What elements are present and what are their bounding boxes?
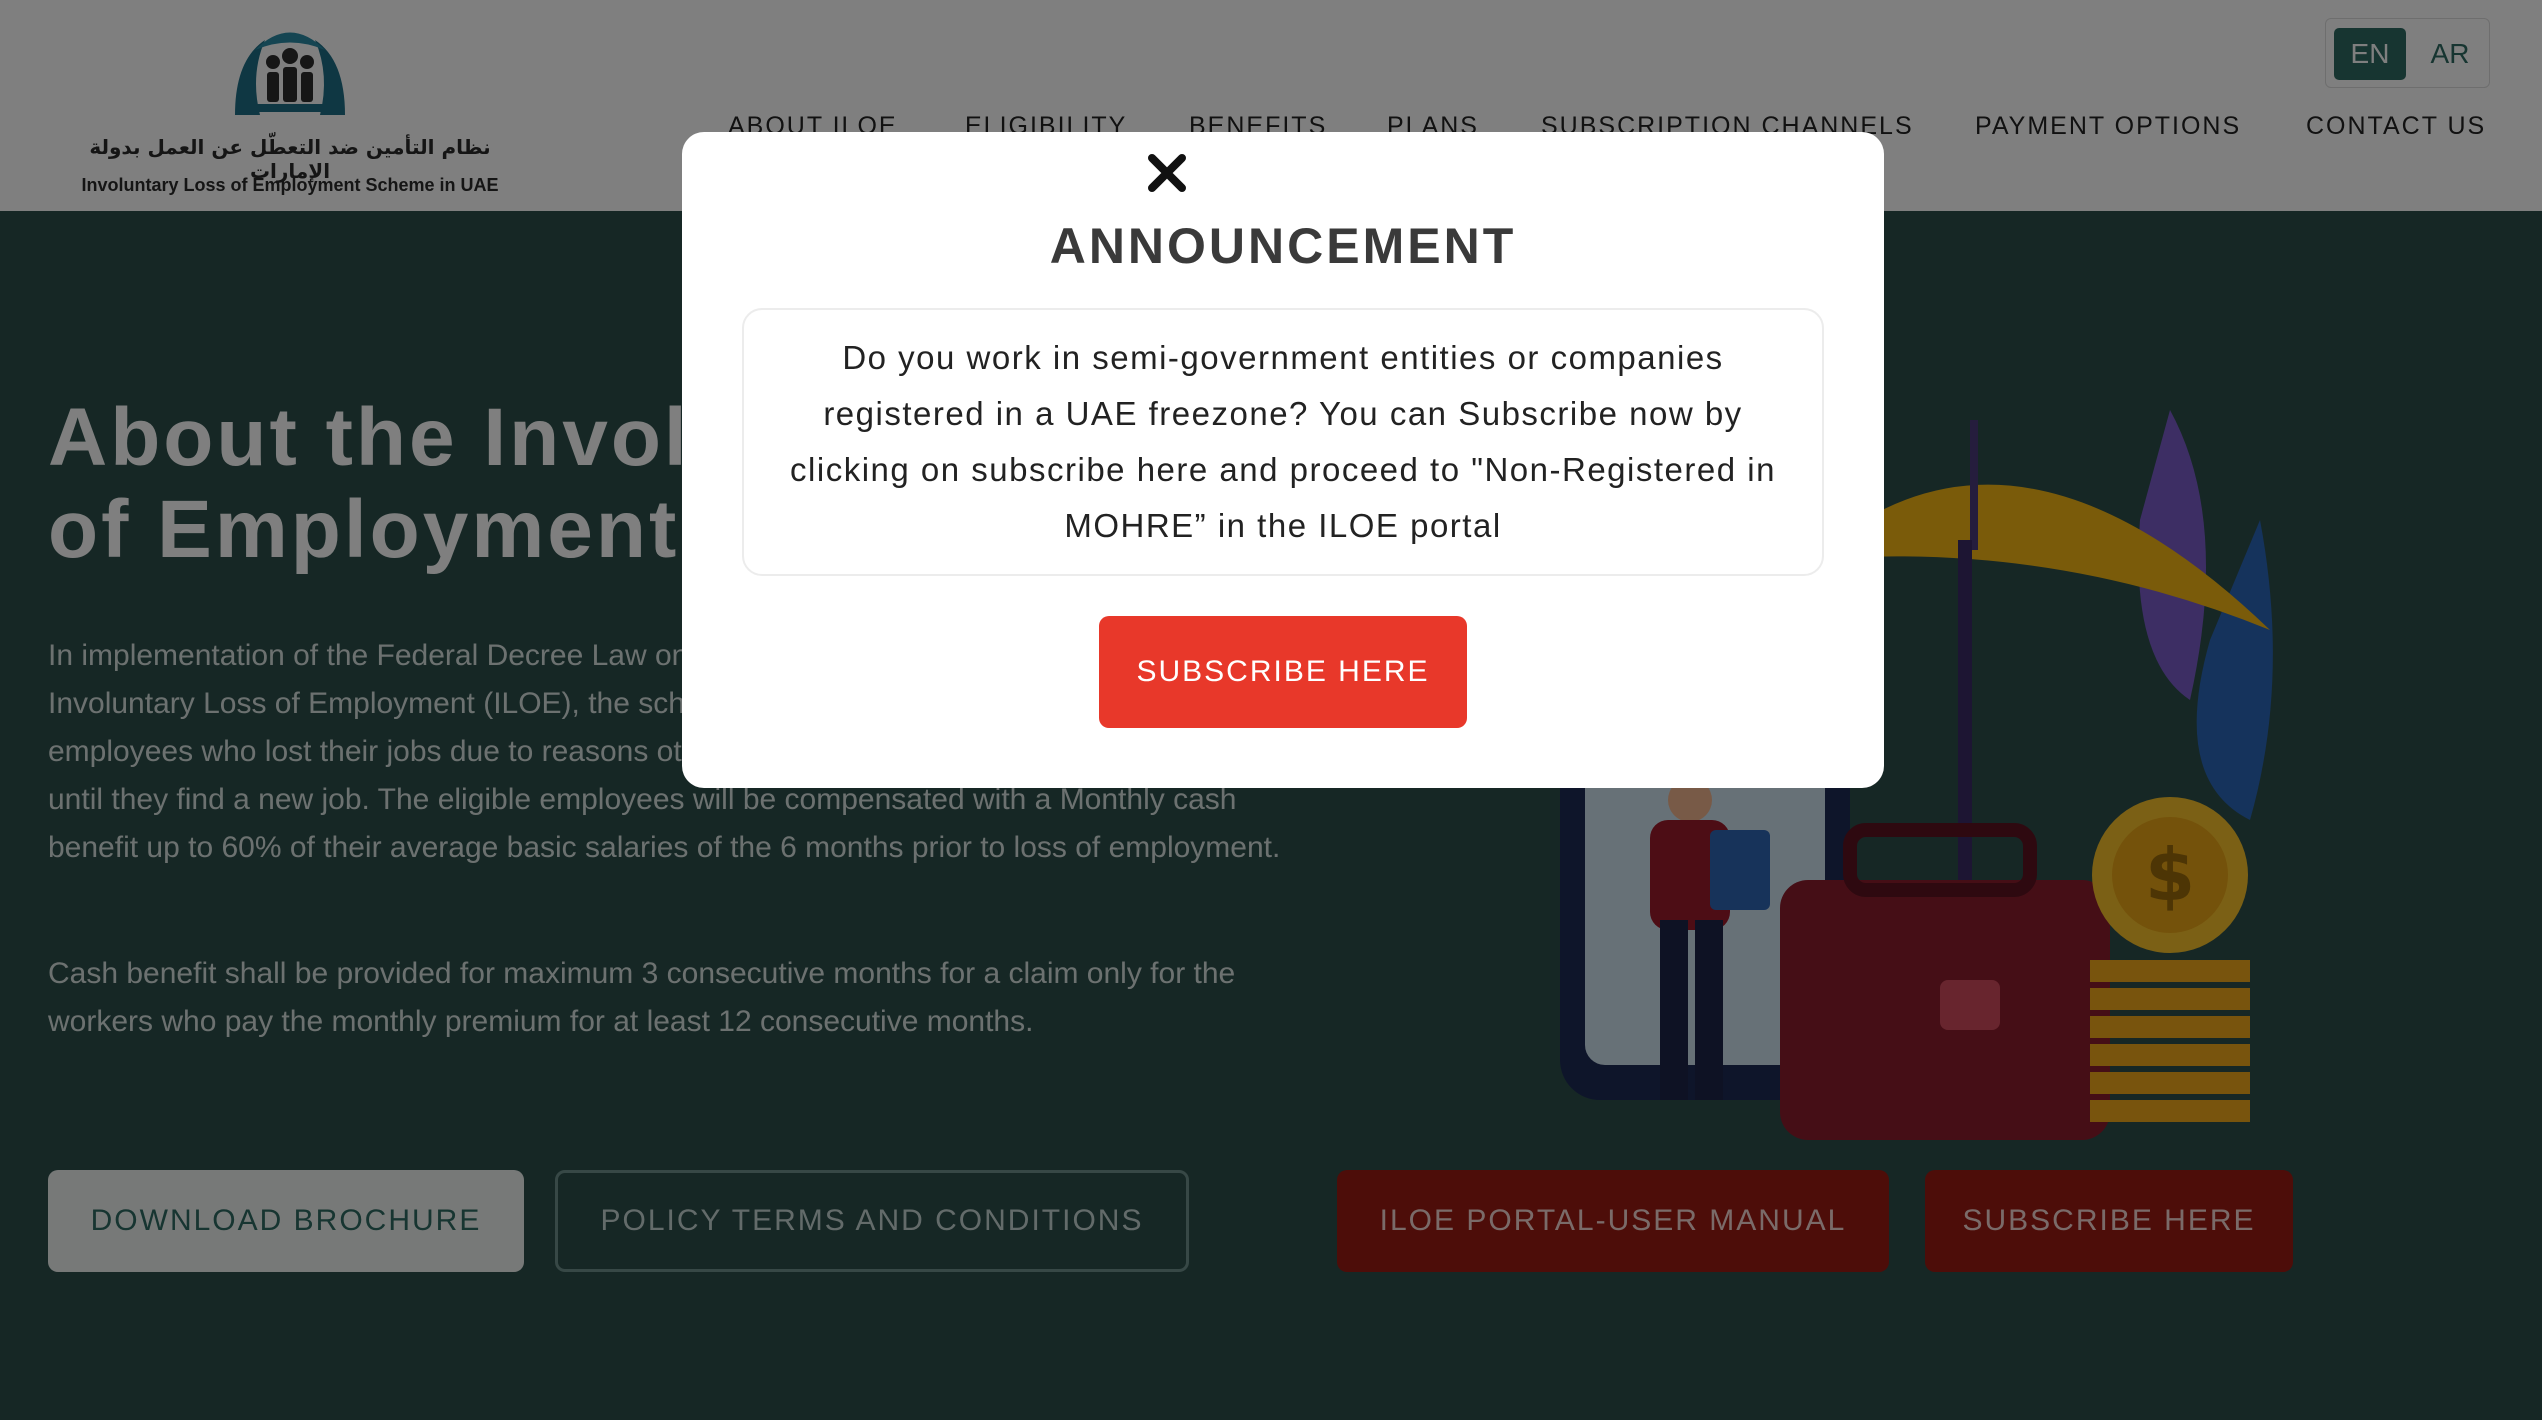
announcement-modal: ANNOUNCEMENT Do you work in semi-governm… [682, 132, 1884, 788]
close-icon[interactable] [1142, 148, 1192, 198]
modal-title: ANNOUNCEMENT [1049, 218, 1517, 274]
modal-message-box: Do you work in semi-government entities … [742, 308, 1824, 576]
modal-subscribe-button[interactable]: SUBSCRIBE HERE [1099, 616, 1467, 728]
modal-message: Do you work in semi-government entities … [790, 339, 1776, 544]
